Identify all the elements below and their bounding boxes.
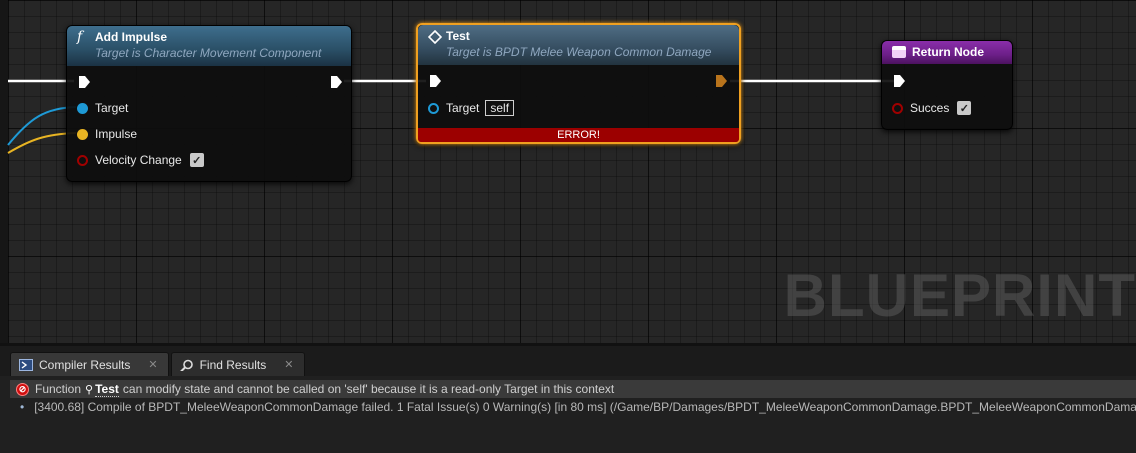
bool-pin-icon[interactable]: [892, 102, 903, 114]
search-icon: ⚲: [85, 383, 94, 396]
search-icon: [179, 359, 193, 371]
exec-out-pin-icon[interactable]: [714, 74, 728, 88]
panel-tab-bar: Compiler Results ✕ Find Results ✕: [0, 346, 1136, 376]
error-prefix: Function: [35, 382, 82, 396]
pin-label-target: Target: [446, 101, 480, 115]
test-node[interactable]: Test Target is BPDT Melee Weapon Common …: [416, 23, 741, 144]
return-header[interactable]: Return Node: [882, 41, 1012, 64]
compiler-results-panel: Compiler Results ✕ Find Results ✕ ⊘ Func…: [0, 343, 1136, 453]
velocity-change-pin-row[interactable]: Velocity Change ✓: [77, 151, 204, 169]
error-suffix: can modify state and cannot be called on…: [122, 382, 615, 396]
close-icon[interactable]: ✕: [284, 358, 293, 371]
node-subtitle: Target is BPDT Melee Weapon Common Damag…: [446, 45, 712, 59]
add-impulse-header[interactable]: f Add Impulse Target is Character Moveme…: [67, 26, 351, 66]
macro-diamond-icon: [428, 30, 442, 44]
blueprint-watermark: BLUEPRINT: [783, 262, 1136, 329]
vector-pin-icon[interactable]: [77, 128, 88, 140]
exec-in-pin-icon[interactable]: [77, 75, 91, 89]
error-banner: ERROR!: [418, 128, 739, 142]
bullet-icon: •: [20, 400, 25, 414]
log-line: [3400.68] Compile of BPDT_MeleeWeaponCom…: [34, 400, 1136, 414]
object-pin-icon[interactable]: [428, 102, 439, 114]
succes-pin-row[interactable]: Succes ✓: [892, 99, 972, 117]
blueprint-graph[interactable]: f Add Impulse Target is Character Moveme…: [0, 0, 1136, 343]
test-header[interactable]: Test Target is BPDT Melee Weapon Common …: [418, 25, 739, 65]
tab-compiler-results[interactable]: Compiler Results ✕: [10, 352, 169, 376]
tab-label: Compiler Results: [39, 357, 131, 372]
pin-label-velocity-change: Velocity Change: [95, 153, 182, 167]
node-title: Add Impulse: [95, 30, 168, 44]
succes-checkbox[interactable]: ✓: [957, 101, 972, 115]
node-title: Test: [446, 29, 470, 43]
impulse-pin-row[interactable]: Impulse: [77, 125, 137, 143]
exec-out-pin-icon[interactable]: [329, 75, 343, 89]
node-subtitle: Target is Character Movement Component: [95, 46, 322, 60]
function-test-link[interactable]: Test: [95, 382, 119, 397]
bool-pin-icon[interactable]: [77, 154, 88, 166]
tab-label: Find Results: [199, 357, 267, 372]
close-icon[interactable]: ✕: [148, 358, 157, 371]
return-icon: [892, 46, 906, 58]
pin-label-target: Target: [95, 101, 129, 115]
object-pin-icon[interactable]: [77, 102, 88, 114]
function-icon: f: [77, 29, 83, 45]
node-title: Return Node: [912, 45, 984, 59]
exec-in-pin-icon[interactable]: [892, 74, 906, 88]
compiler-icon: [19, 358, 33, 371]
return-node[interactable]: Return Node Succes ✓: [881, 40, 1013, 130]
exec-in-pin-icon[interactable]: [428, 74, 442, 88]
target-pin-row[interactable]: Target: [77, 99, 128, 117]
tab-find-results[interactable]: Find Results ✕: [170, 352, 305, 376]
error-icon: ⊘: [16, 382, 29, 396]
error-message-row[interactable]: ⊘ Function ⚲ Test can modify state and c…: [10, 380, 1136, 398]
target-self-value[interactable]: self: [485, 100, 515, 116]
add-impulse-node[interactable]: f Add Impulse Target is Character Moveme…: [66, 25, 352, 182]
results-list[interactable]: ⊘ Function ⚲ Test can modify state and c…: [0, 376, 1136, 453]
velocity-change-checkbox[interactable]: ✓: [189, 153, 204, 167]
pin-label-impulse: Impulse: [95, 127, 138, 141]
compile-log-row[interactable]: • [3400.68] Compile of BPDT_MeleeWeaponC…: [0, 398, 1136, 416]
pin-label-succes: Succes: [910, 101, 950, 115]
test-target-pin-row[interactable]: Target self: [428, 99, 515, 117]
